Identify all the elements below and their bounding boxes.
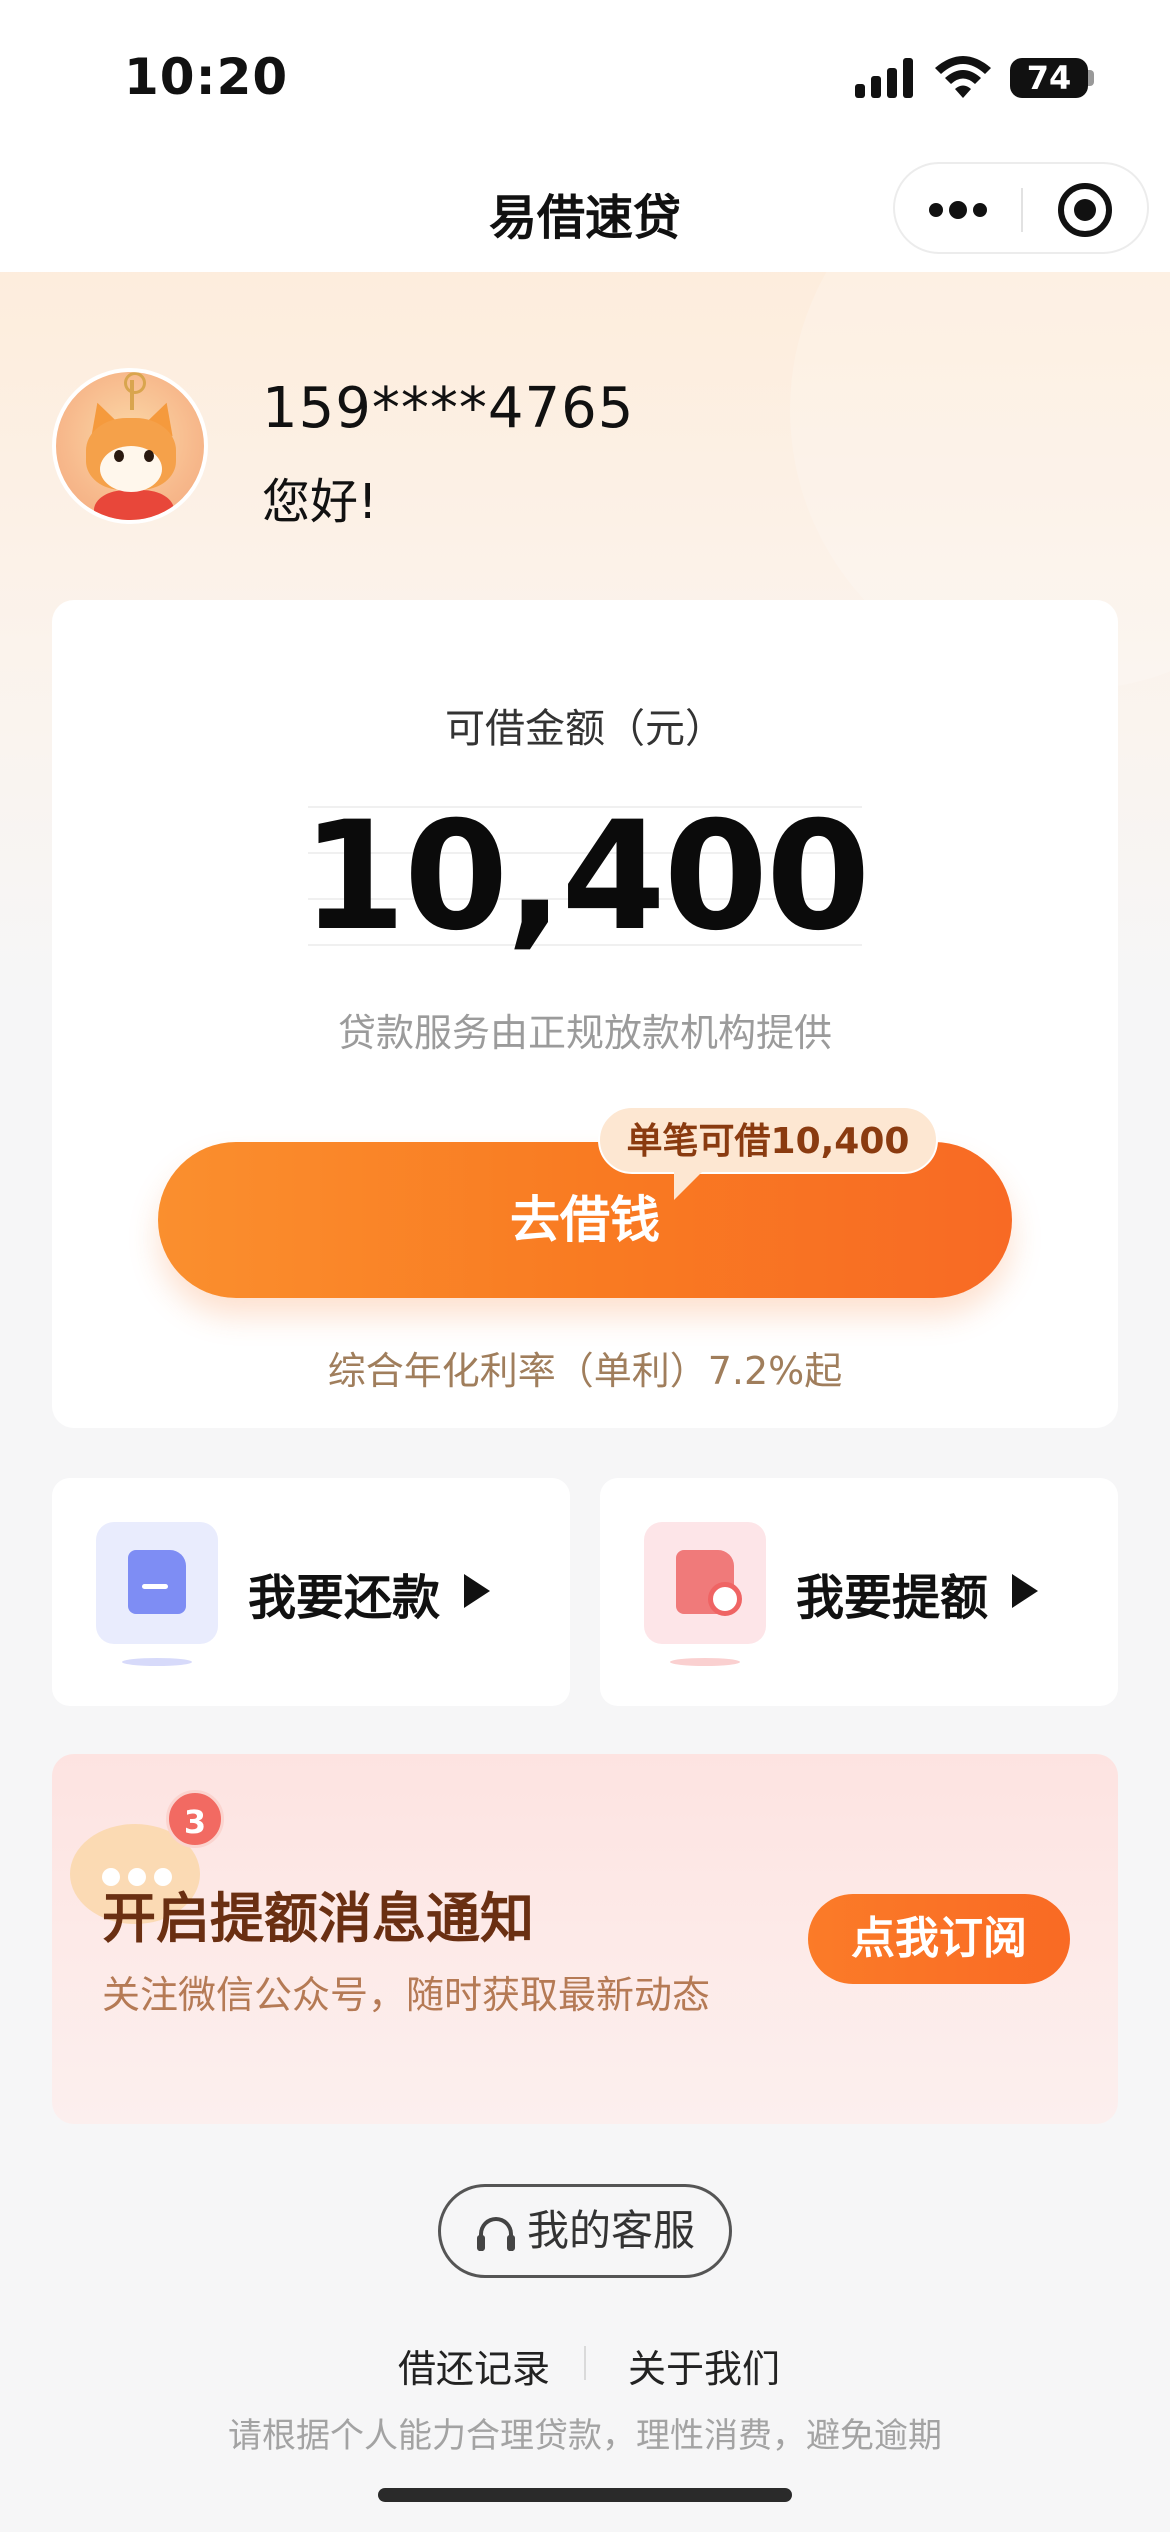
repay-card[interactable]: 我要还款 [52,1478,570,1706]
status-time: 10:20 [124,48,289,106]
repay-icon [96,1522,218,1644]
nav-bar: 易借速贷 [0,150,1170,272]
capsule-divider [1021,188,1023,232]
link-divider [584,2346,586,2380]
about-us-link[interactable]: 关于我们 [628,2338,780,2393]
available-amount: 10,400 [301,790,871,964]
disclaimer: 请根据个人能力合理贷款，理性消费，避免逾期 [228,2416,942,2456]
user-phone: 159****4765 [262,376,635,441]
icon-shadow [670,1658,740,1666]
provider-note: 贷款服务由正规放款机构提供 [337,1011,832,1055]
cellular-signal-icon [855,58,915,98]
raise-limit-card[interactable]: 我要提额 [600,1478,1118,1706]
raise-limit-icon [644,1522,766,1644]
raise-limit-label: 我要提额 [796,1570,989,1626]
close-miniprogram-icon[interactable] [1058,183,1112,237]
battery-cap [1088,70,1094,86]
more-icon[interactable] [929,200,991,220]
battery-icon: 74 [1010,58,1088,98]
single-limit-tip: 单笔可借10,400 [598,1106,938,1174]
rate-note: 综合年化利率（单利）7.2%起 [327,1349,843,1393]
wifi-icon [935,56,991,98]
home-indicator[interactable] [378,2488,792,2502]
status-bar: 10:20 74 [0,0,1170,150]
customer-service-label: 我的客服 [527,2206,696,2255]
loan-card: 可借金额（元） 10,400 贷款服务由正规放款机构提供 去借钱 单笔可借10,… [52,600,1118,1428]
tip-tail [674,1172,702,1200]
customer-service-button[interactable]: 我的客服 [438,2184,732,2278]
footer-links: 借还记录 关于我们 [0,2338,1170,2391]
icon-shadow [122,1658,192,1666]
mini-program-capsule [893,162,1149,254]
play-arrow-icon [464,1574,490,1608]
amount-label: 可借金额（元） [445,706,725,752]
play-arrow-icon [1012,1574,1038,1608]
avatar [52,368,208,524]
notification-badge: 3 [166,1790,224,1848]
user-greeting: 您好! [262,474,378,530]
notify-title: 开启提额消息通知 [102,1887,534,1950]
notify-card: 3 开启提额消息通知 关注微信公众号，随时获取最新动态 点我订阅 [52,1754,1118,2124]
subscribe-button[interactable]: 点我订阅 [808,1894,1070,1984]
notify-subtitle: 关注微信公众号，随时获取最新动态 [102,1973,711,2017]
headset-icon [477,2217,515,2251]
loan-records-link[interactable]: 借还记录 [398,2338,550,2393]
repay-label: 我要还款 [248,1570,441,1626]
